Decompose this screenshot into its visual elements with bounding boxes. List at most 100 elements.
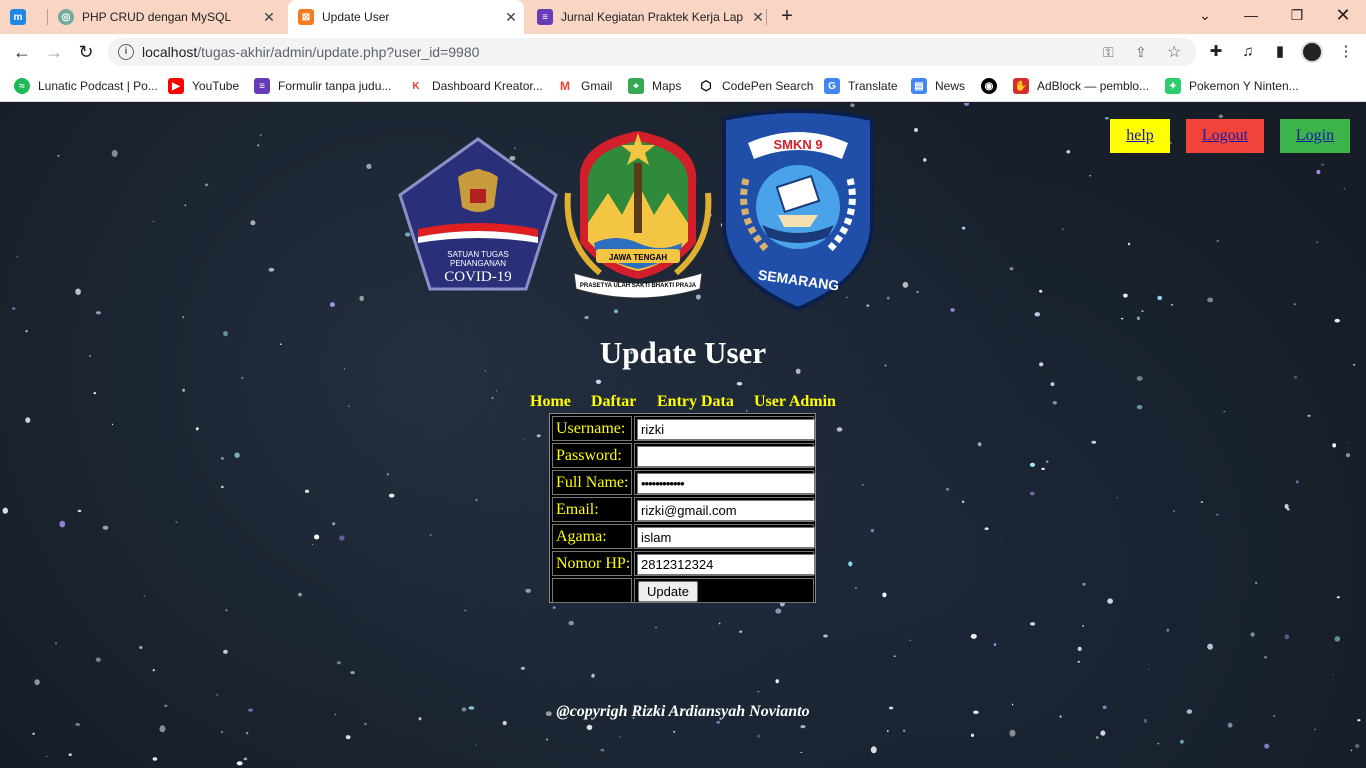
star-speck	[1039, 289, 1043, 293]
star-speck	[823, 634, 828, 638]
star-speck	[1100, 730, 1106, 736]
share-icon[interactable]: ⇪	[1135, 44, 1147, 61]
page-title: Update User	[599, 335, 767, 370]
star-speck	[243, 757, 248, 761]
form-row-agama: Agama: islam	[552, 524, 815, 549]
nav-link-user-admin[interactable]: User Admin	[754, 393, 836, 411]
username-label: Username:	[552, 416, 632, 441]
close-tab-icon[interactable]: ✕	[749, 9, 767, 26]
star-speck	[1091, 440, 1097, 444]
close-window-button[interactable]: ✕	[1320, 0, 1366, 32]
bookmark-gmail[interactable]: M Gmail	[557, 76, 612, 96]
star-speck	[304, 489, 310, 493]
nav-link-entry-data[interactable]: Entry Data	[657, 393, 734, 411]
email-input[interactable]: rizki@gmail.com	[637, 500, 815, 521]
tab-update-user[interactable]: ⊠ Update User ✕	[288, 0, 524, 34]
star-speck	[139, 646, 143, 649]
forward-arrow-icon[interactable]: →	[42, 40, 66, 64]
tab-jurnal[interactable]: ≡ Jurnal Kegiatan Praktek Kerja Lap ✕	[537, 0, 767, 34]
star-speck	[1264, 656, 1267, 659]
forms-icon: ≡	[254, 78, 270, 94]
star-speck	[1216, 513, 1219, 516]
bookmark-youtube[interactable]: ▶ YouTube	[168, 76, 239, 96]
menu-kebab-icon[interactable]: ⋮	[1336, 42, 1356, 62]
bookmark-star-icon[interactable]: ☆	[1167, 42, 1181, 62]
star-speck	[182, 388, 186, 392]
profile-avatar[interactable]	[1301, 41, 1323, 63]
fullname-input[interactable]: ••••••••••••	[637, 473, 815, 494]
password-input[interactable]	[637, 446, 815, 467]
codepen-icon: ⬡	[698, 78, 714, 94]
site-info-icon[interactable]: i	[118, 44, 134, 60]
tab-moodle[interactable]: m	[10, 0, 44, 34]
star-speck	[1316, 241, 1318, 243]
star-speck	[1227, 722, 1233, 728]
star-speck	[745, 410, 748, 412]
gmail-icon: M	[557, 78, 573, 94]
star-speck	[902, 281, 909, 288]
star-speck	[718, 622, 721, 625]
covid19-task-force-logo: SATUAN TUGAS PENANGANAN COVID-19	[398, 137, 558, 291]
nav-link-home[interactable]: Home	[530, 393, 571, 411]
bookmark-pokemon[interactable]: ✦ Pokemon Y Ninten...	[1165, 76, 1299, 96]
jawa-tengah-emblem: JAWA TENGAH PRASETYA ULAH SAKTI BHAKTI P…	[564, 131, 712, 299]
star-speck	[902, 729, 906, 732]
address-bar[interactable]: i localhost/tugas-akhir/admin/update.php…	[108, 38, 1196, 66]
agama-input[interactable]: islam	[637, 527, 815, 548]
star-speck	[775, 679, 779, 684]
url-text[interactable]: localhost/tugas-akhir/admin/update.php?u…	[142, 44, 479, 60]
nomor-hp-input[interactable]: 2812312324	[637, 554, 815, 575]
logout-button[interactable]: Logout	[1186, 119, 1264, 153]
chatgpt-icon: ◎	[58, 9, 74, 25]
bookmark-adblock[interactable]: ✋ AdBlock — pemblo...	[1013, 76, 1149, 96]
kreator-icon: K	[408, 78, 424, 94]
star-speck	[152, 669, 155, 672]
nav-link-daftar[interactable]: Daftar	[591, 393, 636, 411]
help-button[interactable]: help	[1110, 119, 1170, 153]
copyright-footer: @copyrigh Rizki Ardiansyah Novianto	[556, 703, 810, 720]
side-panel-icon[interactable]: ▮	[1270, 42, 1290, 62]
new-tab-button[interactable]: +	[776, 5, 798, 29]
star-speck	[945, 487, 950, 491]
star-speck	[1223, 410, 1226, 413]
reload-icon[interactable]: ↻	[74, 40, 98, 64]
bookmark-lunatic-podcast[interactable]: ≈ Lunatic Podcast | Po...	[14, 76, 158, 96]
update-button[interactable]: Update	[638, 581, 698, 602]
extensions-icon[interactable]: ✚	[1206, 42, 1226, 62]
tab-separator	[766, 9, 767, 25]
bookmark-maps[interactable]: ⌖ Maps	[628, 76, 681, 96]
restore-button[interactable]: ❐	[1274, 0, 1320, 32]
star-speck	[923, 158, 927, 162]
tab-php-crud[interactable]: ◎ PHP CRUD dengan MySQL ✕	[58, 0, 278, 34]
close-tab-icon[interactable]: ✕	[502, 9, 520, 26]
star-speck	[1343, 187, 1346, 190]
star-speck	[1061, 228, 1065, 231]
star-speck	[45, 756, 48, 757]
star-speck	[257, 144, 260, 147]
star-speck	[536, 434, 541, 438]
star-speck	[464, 609, 467, 612]
bookmark-formulir[interactable]: ≡ Formulir tanpa judu...	[254, 76, 391, 96]
key-icon[interactable]: ⚿	[1103, 44, 1114, 61]
media-control-icon[interactable]: ♫	[1238, 42, 1258, 62]
minimize-button[interactable]: —	[1228, 0, 1274, 32]
bookmark-news[interactable]: ▤ News	[911, 76, 965, 96]
star-speck	[475, 499, 478, 501]
tab-search-chevron-icon[interactable]: ⌄	[1182, 0, 1228, 32]
star-speck	[1095, 736, 1099, 739]
star-speck	[1345, 453, 1351, 458]
login-button[interactable]: Login	[1280, 119, 1350, 153]
close-tab-icon[interactable]: ✕	[260, 9, 278, 26]
star-speck	[1052, 401, 1057, 405]
bookmark-codepen[interactable]: ⬡ CodePen Search	[698, 76, 813, 96]
back-arrow-icon[interactable]: ←	[10, 40, 34, 64]
bookmark-globe[interactable]: ◉	[981, 76, 1005, 96]
smkn9-semarang-logo: SMKN 9 SEMARANG	[722, 109, 874, 312]
star-speck	[345, 735, 351, 740]
star-speck	[1316, 169, 1321, 175]
star-speck	[204, 183, 209, 187]
username-input[interactable]: rizki	[637, 419, 815, 440]
star-speck	[736, 381, 743, 386]
bookmark-dashboard-kreator[interactable]: K Dashboard Kreator...	[408, 76, 543, 96]
bookmark-translate[interactable]: G Translate	[824, 76, 898, 96]
